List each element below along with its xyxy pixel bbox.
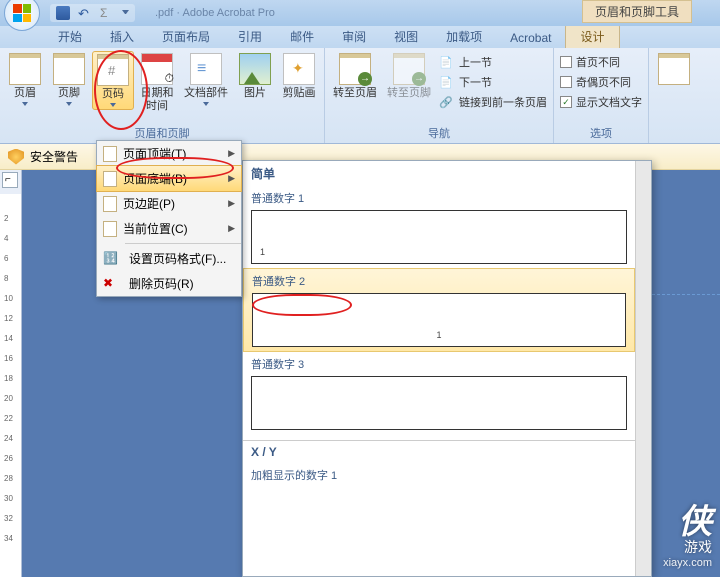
- page-icon: [658, 53, 690, 85]
- next-section-button[interactable]: 📄下一节: [437, 73, 549, 91]
- tab-acrobat[interactable]: Acrobat: [496, 28, 565, 48]
- page-bottom-icon: [103, 171, 117, 187]
- link-icon: 🔗: [439, 96, 455, 108]
- menu-top-of-page[interactable]: 页面顶端(T)▶: [97, 141, 241, 166]
- date-time-button[interactable]: 日期和时间: [136, 51, 178, 115]
- submenu-arrow-icon: ▶: [228, 173, 235, 184]
- partial-button[interactable]: [653, 51, 695, 89]
- gallery-preview: [251, 376, 627, 430]
- different-first-page-checkbox[interactable]: 首页不同: [558, 53, 644, 71]
- chevron-down-icon: [110, 103, 116, 107]
- tab-references[interactable]: 引用: [224, 25, 276, 48]
- checkbox-icon: ✓: [560, 96, 572, 108]
- menu-page-margins[interactable]: 页边距(P)▶: [97, 191, 241, 216]
- checkbox-icon: [560, 56, 572, 68]
- parts-icon: [190, 53, 222, 85]
- sigma-icon[interactable]: [100, 6, 114, 20]
- contextual-tab-label: 页眉和页脚工具: [582, 0, 692, 23]
- show-document-text-checkbox[interactable]: ✓显示文档文字: [558, 93, 644, 111]
- page-number-button[interactable]: 页码: [92, 51, 134, 110]
- tab-addins[interactable]: 加载项: [432, 25, 496, 48]
- menu-separator: [125, 243, 241, 244]
- gallery-header-xy: X / Y: [243, 440, 635, 463]
- tab-home[interactable]: 开始: [44, 25, 96, 48]
- shield-icon: [8, 149, 24, 165]
- page-number-menu: 页面顶端(T)▶ 页面底端(B)▶ 页边距(P)▶ 当前位置(C)▶ 🔢设置页码…: [96, 140, 242, 297]
- link-previous-button[interactable]: 🔗链接到前一条页眉: [437, 93, 549, 111]
- quick-access-toolbar: [50, 4, 135, 22]
- undo-icon[interactable]: [78, 6, 92, 20]
- gallery-scrollbar[interactable]: [635, 161, 651, 576]
- menu-remove-page-numbers[interactable]: ✖删除页码(R): [97, 271, 241, 296]
- footer-icon: [53, 53, 85, 85]
- page-number-icon: [97, 54, 129, 86]
- next-section-icon: 📄: [439, 76, 455, 88]
- group-options: 首页不同 奇偶页不同 ✓显示文档文字 选项: [554, 48, 649, 143]
- tab-review[interactable]: 审阅: [328, 25, 380, 48]
- save-icon[interactable]: [56, 6, 70, 20]
- remove-icon: ✖: [103, 276, 123, 292]
- gallery-preview: 1: [252, 293, 626, 347]
- picture-button[interactable]: 图片: [234, 51, 276, 102]
- ribbon-tabs: 开始 插入 页面布局 引用 邮件 审阅 视图 加载项 Acrobat 设计: [0, 26, 720, 48]
- group-label: 选项: [558, 123, 644, 143]
- menu-current-position[interactable]: 当前位置(C)▶: [97, 216, 241, 241]
- page-top-icon: [103, 146, 117, 162]
- header-icon: [9, 53, 41, 85]
- gallery-item-plain-2[interactable]: 普通数字 2 1: [243, 268, 635, 352]
- watermark: 侠 游戏 xiayx.com: [663, 507, 712, 569]
- chevron-down-icon: [203, 102, 209, 106]
- tab-pagelayout[interactable]: 页面布局: [148, 25, 224, 48]
- prev-section-icon: 📄: [439, 56, 455, 68]
- menu-bottom-of-page[interactable]: 页面底端(B)▶: [96, 165, 242, 192]
- group-navigation: 转至页眉 转至页脚 📄上一节 📄下一节 🔗链接到前一条页眉 导航: [325, 48, 554, 143]
- security-warning-label: 安全警告: [30, 148, 78, 165]
- header-button[interactable]: 页眉: [4, 51, 46, 108]
- gallery-item-bold-1[interactable]: 加粗显示的数字 1: [243, 463, 635, 487]
- submenu-arrow-icon: ▶: [228, 148, 235, 159]
- submenu-arrow-icon: ▶: [228, 223, 235, 234]
- window-title: .pdf · Adobe Acrobat Pro: [155, 7, 275, 19]
- ribbon: 页眉 页脚 页码 日期和时间 文档部件 图片 剪贴画 页眉和页脚 转至页眉 转至…: [0, 48, 720, 144]
- clipart-icon: [283, 53, 315, 85]
- goto-footer-icon: [393, 53, 425, 85]
- page-margin-icon: [103, 196, 117, 212]
- different-odd-even-checkbox[interactable]: 奇偶页不同: [558, 73, 644, 91]
- checkbox-icon: [560, 76, 572, 88]
- tab-design[interactable]: 设计: [565, 24, 619, 48]
- page-number-gallery: 简单 普通数字 1 1 普通数字 2 1 普通数字 3 X / Y 加粗显示的数…: [242, 160, 652, 577]
- qat-dropdown-icon[interactable]: [122, 10, 129, 17]
- clipart-button[interactable]: 剪贴画: [278, 51, 320, 102]
- tab-mailings[interactable]: 邮件: [276, 25, 328, 48]
- section-dashline: [652, 294, 720, 295]
- goto-header-icon: [339, 53, 371, 85]
- submenu-arrow-icon: ▶: [228, 198, 235, 209]
- group-header-footer: 页眉 页脚 页码 日期和时间 文档部件 图片 剪贴画 页眉和页脚: [0, 48, 325, 143]
- vertical-ruler: 246810121416182022242628303234: [0, 170, 22, 577]
- group-partial: [649, 48, 699, 143]
- gallery-header-simple: 简单: [243, 161, 635, 186]
- prev-section-button[interactable]: 📄上一节: [437, 53, 549, 71]
- title-bar: .pdf · Adobe Acrobat Pro 页眉和页脚工具: [0, 0, 720, 26]
- current-pos-icon: [103, 221, 117, 237]
- menu-format-page-numbers[interactable]: 🔢设置页码格式(F)...: [97, 246, 241, 271]
- goto-footer-button[interactable]: 转至页脚: [383, 51, 435, 102]
- gallery-item-plain-3[interactable]: 普通数字 3: [243, 352, 635, 434]
- chevron-down-icon: [66, 102, 72, 106]
- tab-view[interactable]: 视图: [380, 25, 432, 48]
- gallery-item-plain-1[interactable]: 普通数字 1 1: [243, 186, 635, 268]
- tab-insert[interactable]: 插入: [96, 25, 148, 48]
- group-label: 导航: [329, 123, 549, 143]
- quick-parts-button[interactable]: 文档部件: [180, 51, 232, 108]
- chevron-down-icon: [22, 102, 28, 106]
- tab-selector-icon[interactable]: [2, 172, 18, 188]
- gallery-preview: 1: [251, 210, 627, 264]
- goto-header-button[interactable]: 转至页眉: [329, 51, 381, 102]
- footer-button[interactable]: 页脚: [48, 51, 90, 108]
- format-icon: 🔢: [103, 251, 123, 267]
- picture-icon: [239, 53, 271, 85]
- ruler-ticks: 246810121416182022242628303234: [0, 194, 21, 577]
- calendar-icon: [141, 53, 173, 85]
- office-logo-icon: [13, 4, 31, 22]
